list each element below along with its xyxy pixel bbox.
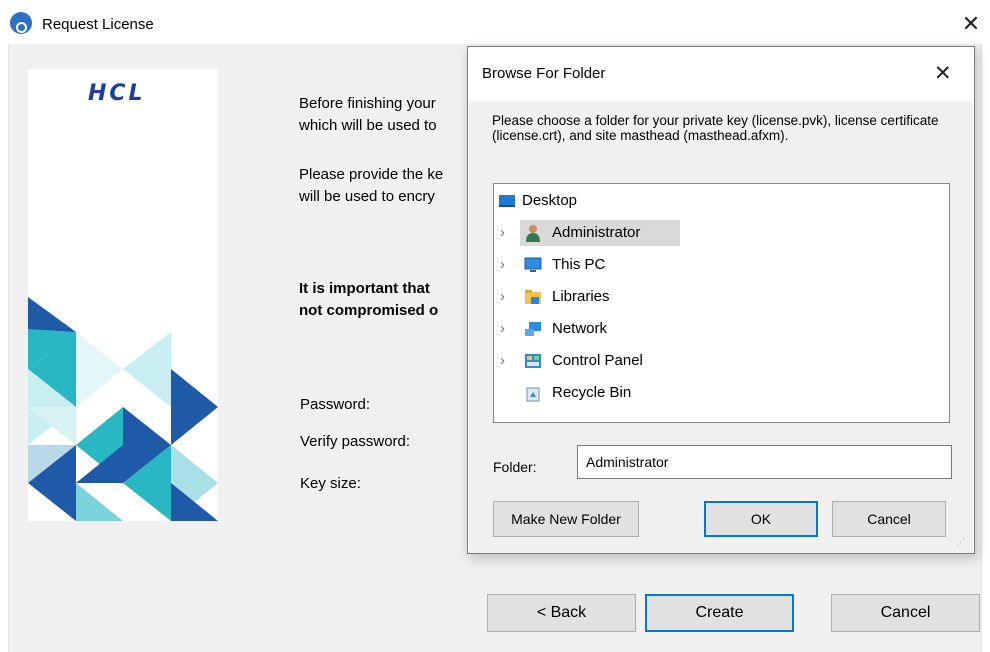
brand-triangles-graphic	[28, 297, 218, 521]
dialog-cancel-button[interactable]: Cancel	[832, 501, 946, 537]
dialog-close-icon[interactable]: ✕	[934, 63, 952, 85]
recycle-bin-icon	[526, 387, 540, 402]
cancel-button[interactable]: Cancel	[831, 594, 980, 632]
tree-item-desktop[interactable]: Desktop	[496, 188, 676, 214]
chevron-right-icon[interactable]: ›	[500, 348, 505, 374]
tree-item-administrator[interactable]: › Administrator	[500, 220, 680, 246]
tree-item-label: Libraries	[552, 288, 610, 305]
tree-item-label: This PC	[552, 256, 606, 273]
brand-panel: HCL	[28, 69, 218, 521]
tree-item-label: Control Panel	[552, 352, 643, 369]
warning-text: It is important that not compromised o	[299, 278, 438, 322]
resize-grip-icon[interactable]: ⋰	[956, 537, 968, 549]
network-icon	[525, 322, 541, 336]
tree-item-label: Desktop	[522, 192, 578, 209]
key-size-label: Key size:	[300, 475, 361, 492]
window-titlebar: Request License ✕	[0, 0, 990, 44]
chevron-right-icon[interactable]: ›	[500, 220, 505, 246]
tree-item-label: Administrator	[552, 224, 641, 241]
chevron-right-icon[interactable]: ›	[500, 252, 505, 278]
app-icon	[10, 12, 32, 34]
folder-input[interactable]	[577, 445, 952, 479]
window-title: Request License	[42, 16, 154, 33]
browse-folder-dialog: Browse For Folder ✕ Please choose a fold…	[467, 46, 975, 554]
intro-paragraph: Before finishing your which will be used…	[299, 93, 437, 137]
intro-line-2: which will be used to	[299, 117, 437, 134]
libraries-icon	[525, 290, 541, 304]
computer-icon	[524, 257, 542, 272]
create-button[interactable]: Create	[645, 594, 794, 632]
dialog-description: Please choose a folder for your private …	[492, 113, 939, 143]
instructions-line-1: Please provide the ke	[299, 166, 444, 183]
warning-line-2: not compromised o	[299, 302, 439, 319]
intro-line-1: Before finishing your	[299, 95, 436, 112]
folder-tree[interactable]: Desktop › Administrator › This PC › Libr…	[493, 183, 950, 423]
chevron-right-icon[interactable]: ›	[500, 284, 505, 310]
warning-line-1: It is important that	[299, 280, 430, 297]
password-instructions: Please provide the ke will be used to en…	[299, 164, 443, 208]
tree-item-libraries[interactable]: › Libraries	[500, 284, 680, 310]
user-icon	[526, 225, 540, 242]
desktop-icon	[499, 195, 515, 207]
tree-item-label: Network	[552, 320, 608, 337]
tree-item-network[interactable]: › Network	[500, 316, 680, 342]
tree-item-this-pc[interactable]: › This PC	[500, 252, 680, 278]
tree-item-control-panel[interactable]: › Control Panel	[500, 348, 690, 374]
make-new-folder-button[interactable]: Make New Folder	[493, 501, 639, 537]
folder-label: Folder:	[493, 459, 537, 475]
back-button[interactable]: < Back	[487, 594, 636, 632]
control-panel-icon	[525, 354, 541, 368]
tree-item-recycle-bin[interactable]: Recycle Bin	[520, 380, 680, 406]
password-label: Password:	[300, 396, 371, 413]
hcl-logo: HCL	[88, 81, 146, 106]
instructions-line-2: will be used to encry	[299, 188, 435, 205]
tree-item-label: Recycle Bin	[552, 384, 632, 401]
ok-button[interactable]: OK	[704, 501, 818, 537]
dialog-title: Browse For Folder	[482, 65, 606, 82]
verify-password-label: Verify password:	[300, 433, 411, 450]
window-close-icon[interactable]: ✕	[956, 12, 986, 36]
chevron-right-icon[interactable]: ›	[500, 316, 505, 342]
